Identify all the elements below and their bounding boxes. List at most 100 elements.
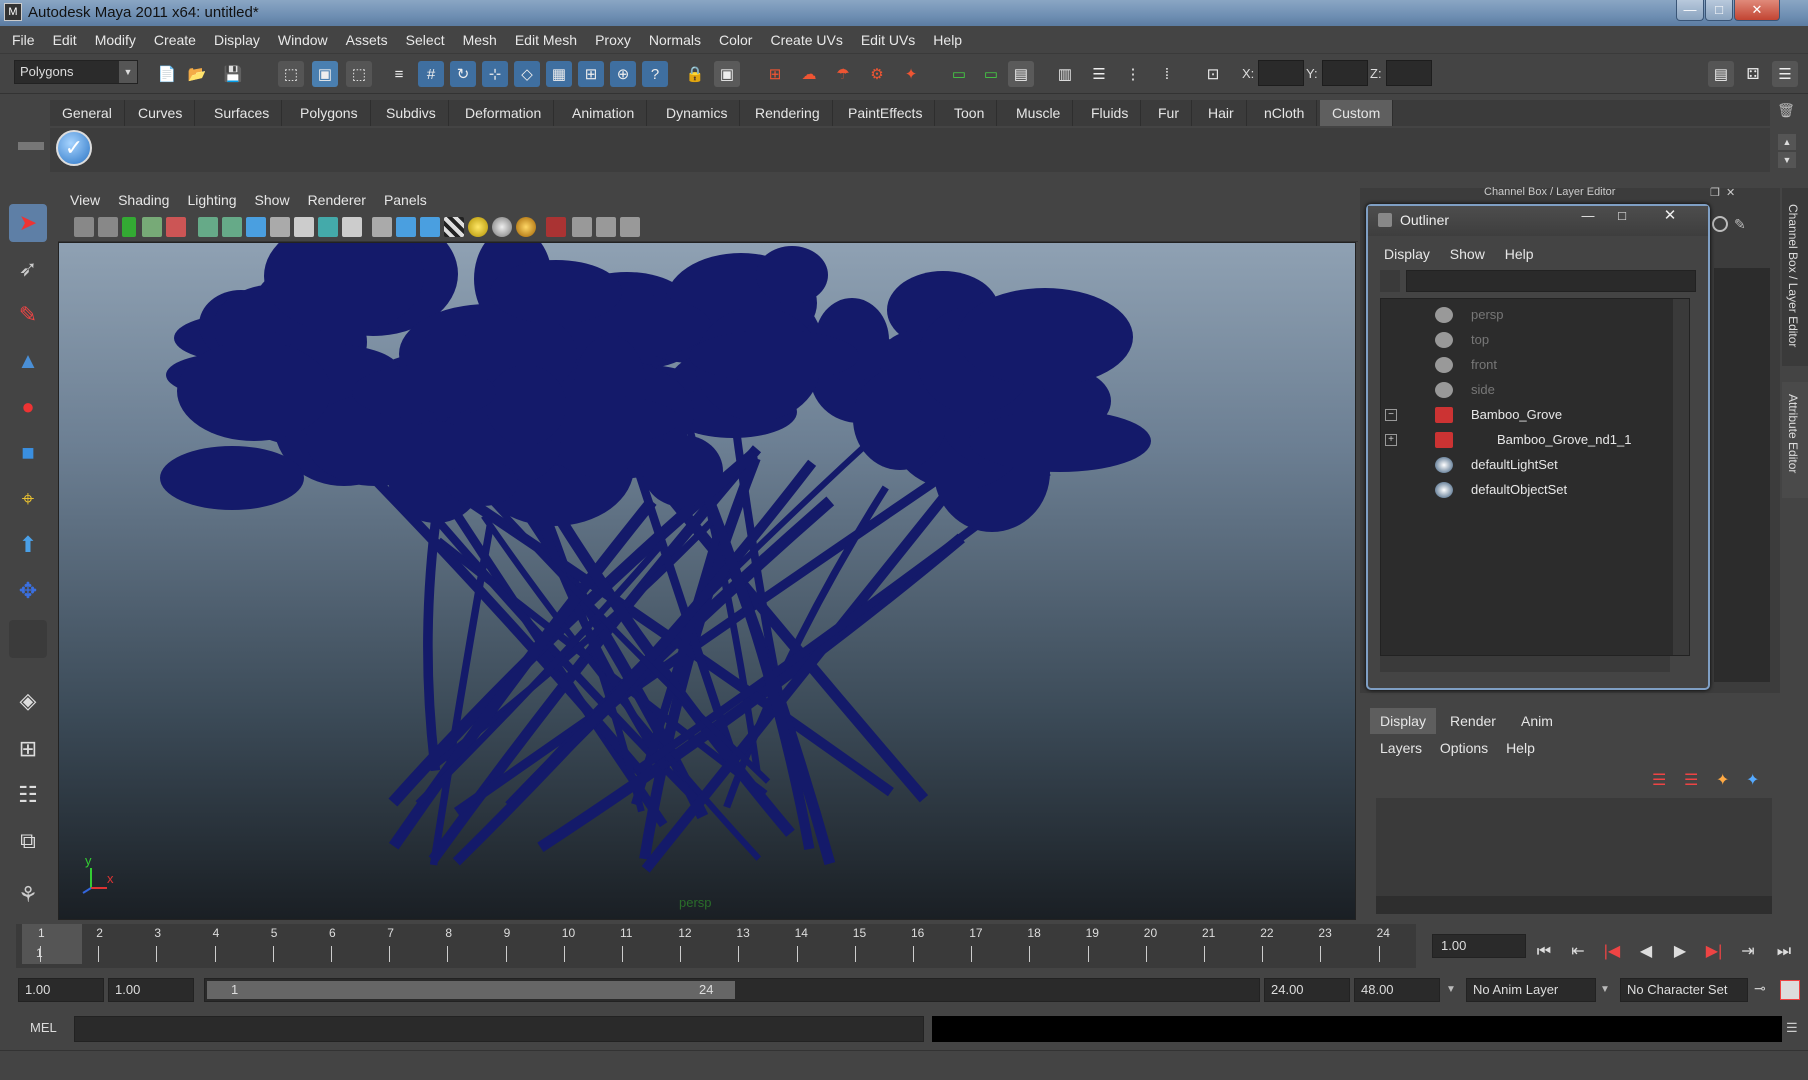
scale-tool-icon[interactable]: ■ <box>9 434 47 472</box>
range-slider-handle[interactable]: 1 24 <box>207 981 735 999</box>
outliner-row-top[interactable]: top <box>1381 328 1671 352</box>
question-icon[interactable]: ? <box>642 61 668 87</box>
step-back-frame-icon[interactable]: |◀ <box>1598 940 1626 964</box>
close-button[interactable]: ✕ <box>1734 0 1780 21</box>
maximize-button[interactable]: □ <box>1705 0 1733 21</box>
field-chart-icon[interactable] <box>294 217 314 237</box>
smooth-shade-icon[interactable] <box>396 217 416 237</box>
channel-box-icon-1[interactable] <box>1712 216 1728 232</box>
checkmark-shelf-icon[interactable]: ✓ <box>56 130 92 166</box>
safe-title-icon[interactable] <box>342 217 362 237</box>
viewport-menu-lighting[interactable]: Lighting <box>187 188 236 212</box>
snap-live-icon[interactable]: ⊞ <box>578 61 604 87</box>
menu-mesh[interactable]: Mesh <box>463 26 497 54</box>
char-set-menu-icon[interactable]: ▼ <box>1600 978 1616 1002</box>
attribute-editor-toggle-icon[interactable]: ▤ <box>1708 61 1734 87</box>
play-forwards-icon[interactable]: ▶ <box>1666 940 1694 964</box>
panel-layout-icon[interactable]: ▤ <box>1008 61 1034 87</box>
collapse-icon[interactable]: − <box>1385 409 1397 421</box>
tab-dynamics[interactable]: Dynamics <box>654 100 741 126</box>
tab-painteffects[interactable]: PaintEffects <box>836 100 936 126</box>
save-scene-icon[interactable]: 💾 <box>220 61 246 87</box>
layer-horizontal-scrollbar[interactable] <box>1376 896 1772 914</box>
menu-help[interactable]: Help <box>933 26 962 54</box>
menu-file[interactable]: File <box>12 26 35 54</box>
camera-select-icon[interactable] <box>74 217 94 237</box>
outliner-row-bamboo-grove[interactable]: − Bamboo_Grove <box>1381 403 1671 427</box>
lasso-tool-icon[interactable]: ➶ <box>9 250 47 288</box>
construction-history-icon[interactable]: ⊞ <box>762 61 788 87</box>
outliner-icon[interactable]: ☰ <box>1086 61 1112 87</box>
channel-box-toggle-icon[interactable]: ☰ <box>1772 61 1798 87</box>
time-slider[interactable]: 1 2 3 4 5 6 7 8 9 10 11 12 13 14 15 16 17 18 19 20 21 22 23 24 1 <box>16 924 1416 968</box>
move-layer-down-icon[interactable]: ☰ <box>1684 770 1706 790</box>
z-field[interactable] <box>1386 60 1432 86</box>
safe-action-icon[interactable] <box>318 217 338 237</box>
outliner-row-side[interactable]: side <box>1381 378 1671 402</box>
outliner-row-persp[interactable]: persp <box>1381 303 1671 327</box>
menu-modify[interactable]: Modify <box>95 26 136 54</box>
two-d-pan-icon[interactable] <box>166 217 186 237</box>
tab-general[interactable]: General <box>50 100 125 126</box>
move-layer-up-icon[interactable]: ☰ <box>1652 770 1674 790</box>
menu-display[interactable]: Display <box>214 26 260 54</box>
animation-end-field[interactable]: 48.00 <box>1354 978 1440 1002</box>
lock-icon[interactable]: 🔒 <box>682 61 708 87</box>
resolution-gate-icon[interactable] <box>246 217 266 237</box>
open-scene-icon[interactable]: 📂 <box>184 61 210 87</box>
layer-tab-display[interactable]: Display <box>1370 708 1436 734</box>
tab-rendering[interactable]: Rendering <box>743 100 833 126</box>
last-tool-slot[interactable] <box>9 620 47 658</box>
play-backwards-icon[interactable]: ◀ <box>1632 940 1660 964</box>
snap-plane-icon[interactable]: ◇ <box>514 61 540 87</box>
single-perspective-layout-icon[interactable]: ◈ <box>9 682 47 720</box>
viewport-menu-shading[interactable]: Shading <box>118 188 169 212</box>
character-set-dropdown[interactable]: No Character Set <box>1620 978 1748 1002</box>
step-forward-key-icon[interactable]: ⇥ <box>1734 940 1762 964</box>
menu-normals[interactable]: Normals <box>649 26 701 54</box>
grid-toggle-icon[interactable] <box>198 217 218 237</box>
tab-hair[interactable]: Hair <box>1196 100 1247 126</box>
new-scene-icon[interactable]: 📄 <box>154 61 180 87</box>
tab-fluids[interactable]: Fluids <box>1079 100 1142 126</box>
viewport-menu-view[interactable]: View <box>70 188 100 212</box>
tab-animation[interactable]: Animation <box>560 100 648 126</box>
shelf-menu-handle[interactable] <box>18 142 44 150</box>
textured-icon[interactable] <box>444 217 464 237</box>
camera-attributes-icon[interactable] <box>98 217 118 237</box>
menu-create[interactable]: Create <box>154 26 196 54</box>
y-field[interactable] <box>1322 60 1368 86</box>
outliner-row-default-object-set[interactable]: defaultObjectSet <box>1381 478 1671 502</box>
filter-icon[interactable]: ≡ <box>386 61 412 87</box>
script-editor-icon[interactable]: ☰ <box>1786 1020 1804 1038</box>
layer-tab-render[interactable]: Render <box>1440 708 1506 734</box>
panel-float-icon[interactable]: ❐ <box>1710 186 1724 200</box>
step-back-key-icon[interactable]: ⇤ <box>1564 940 1592 964</box>
side-tab-channel-box[interactable]: Channel Box / Layer Editor <box>1782 188 1808 366</box>
snap-grid-icon[interactable]: # <box>418 61 444 87</box>
outliner-filter-icon[interactable] <box>1380 270 1400 292</box>
current-frame-field[interactable]: 1.00 <box>1432 934 1526 958</box>
four-view-layout-icon[interactable]: ⊞ <box>9 730 47 768</box>
menu-set-selector[interactable]: Polygons ▼ <box>14 60 138 84</box>
rotate-tool-icon[interactable]: ● <box>9 388 47 426</box>
outliner-minimize-icon[interactable]: — <box>1574 208 1602 228</box>
tab-custom[interactable]: Custom <box>1320 100 1394 126</box>
x-field[interactable] <box>1258 60 1304 86</box>
wireframe-icon[interactable] <box>372 217 392 237</box>
layer-menu-layers[interactable]: Layers <box>1380 740 1422 756</box>
transform-field-icon[interactable]: ⊡ <box>1200 61 1226 87</box>
step-forward-frame-icon[interactable]: ▶| <box>1700 940 1728 964</box>
tab-surfaces[interactable]: Surfaces <box>202 100 283 126</box>
outliner-horizontal-scrollbar[interactable] <box>1380 656 1670 672</box>
expand-icon[interactable]: + <box>1385 434 1397 446</box>
outliner-menu-show[interactable]: Show <box>1450 246 1485 262</box>
go-to-start-icon[interactable]: ⏮ <box>1530 940 1558 964</box>
outliner-search-input[interactable] <box>1406 270 1696 292</box>
tab-ncloth[interactable]: nCloth <box>1252 100 1318 126</box>
tab-toon[interactable]: Toon <box>942 100 998 126</box>
auto-key-icon[interactable]: ⊸ <box>1754 980 1776 1000</box>
viewport-menu-panels[interactable]: Panels <box>384 188 427 212</box>
hypergraph-icon[interactable]: ⋮ <box>1120 61 1146 87</box>
hypershade-icon[interactable]: ✦ <box>898 61 924 87</box>
